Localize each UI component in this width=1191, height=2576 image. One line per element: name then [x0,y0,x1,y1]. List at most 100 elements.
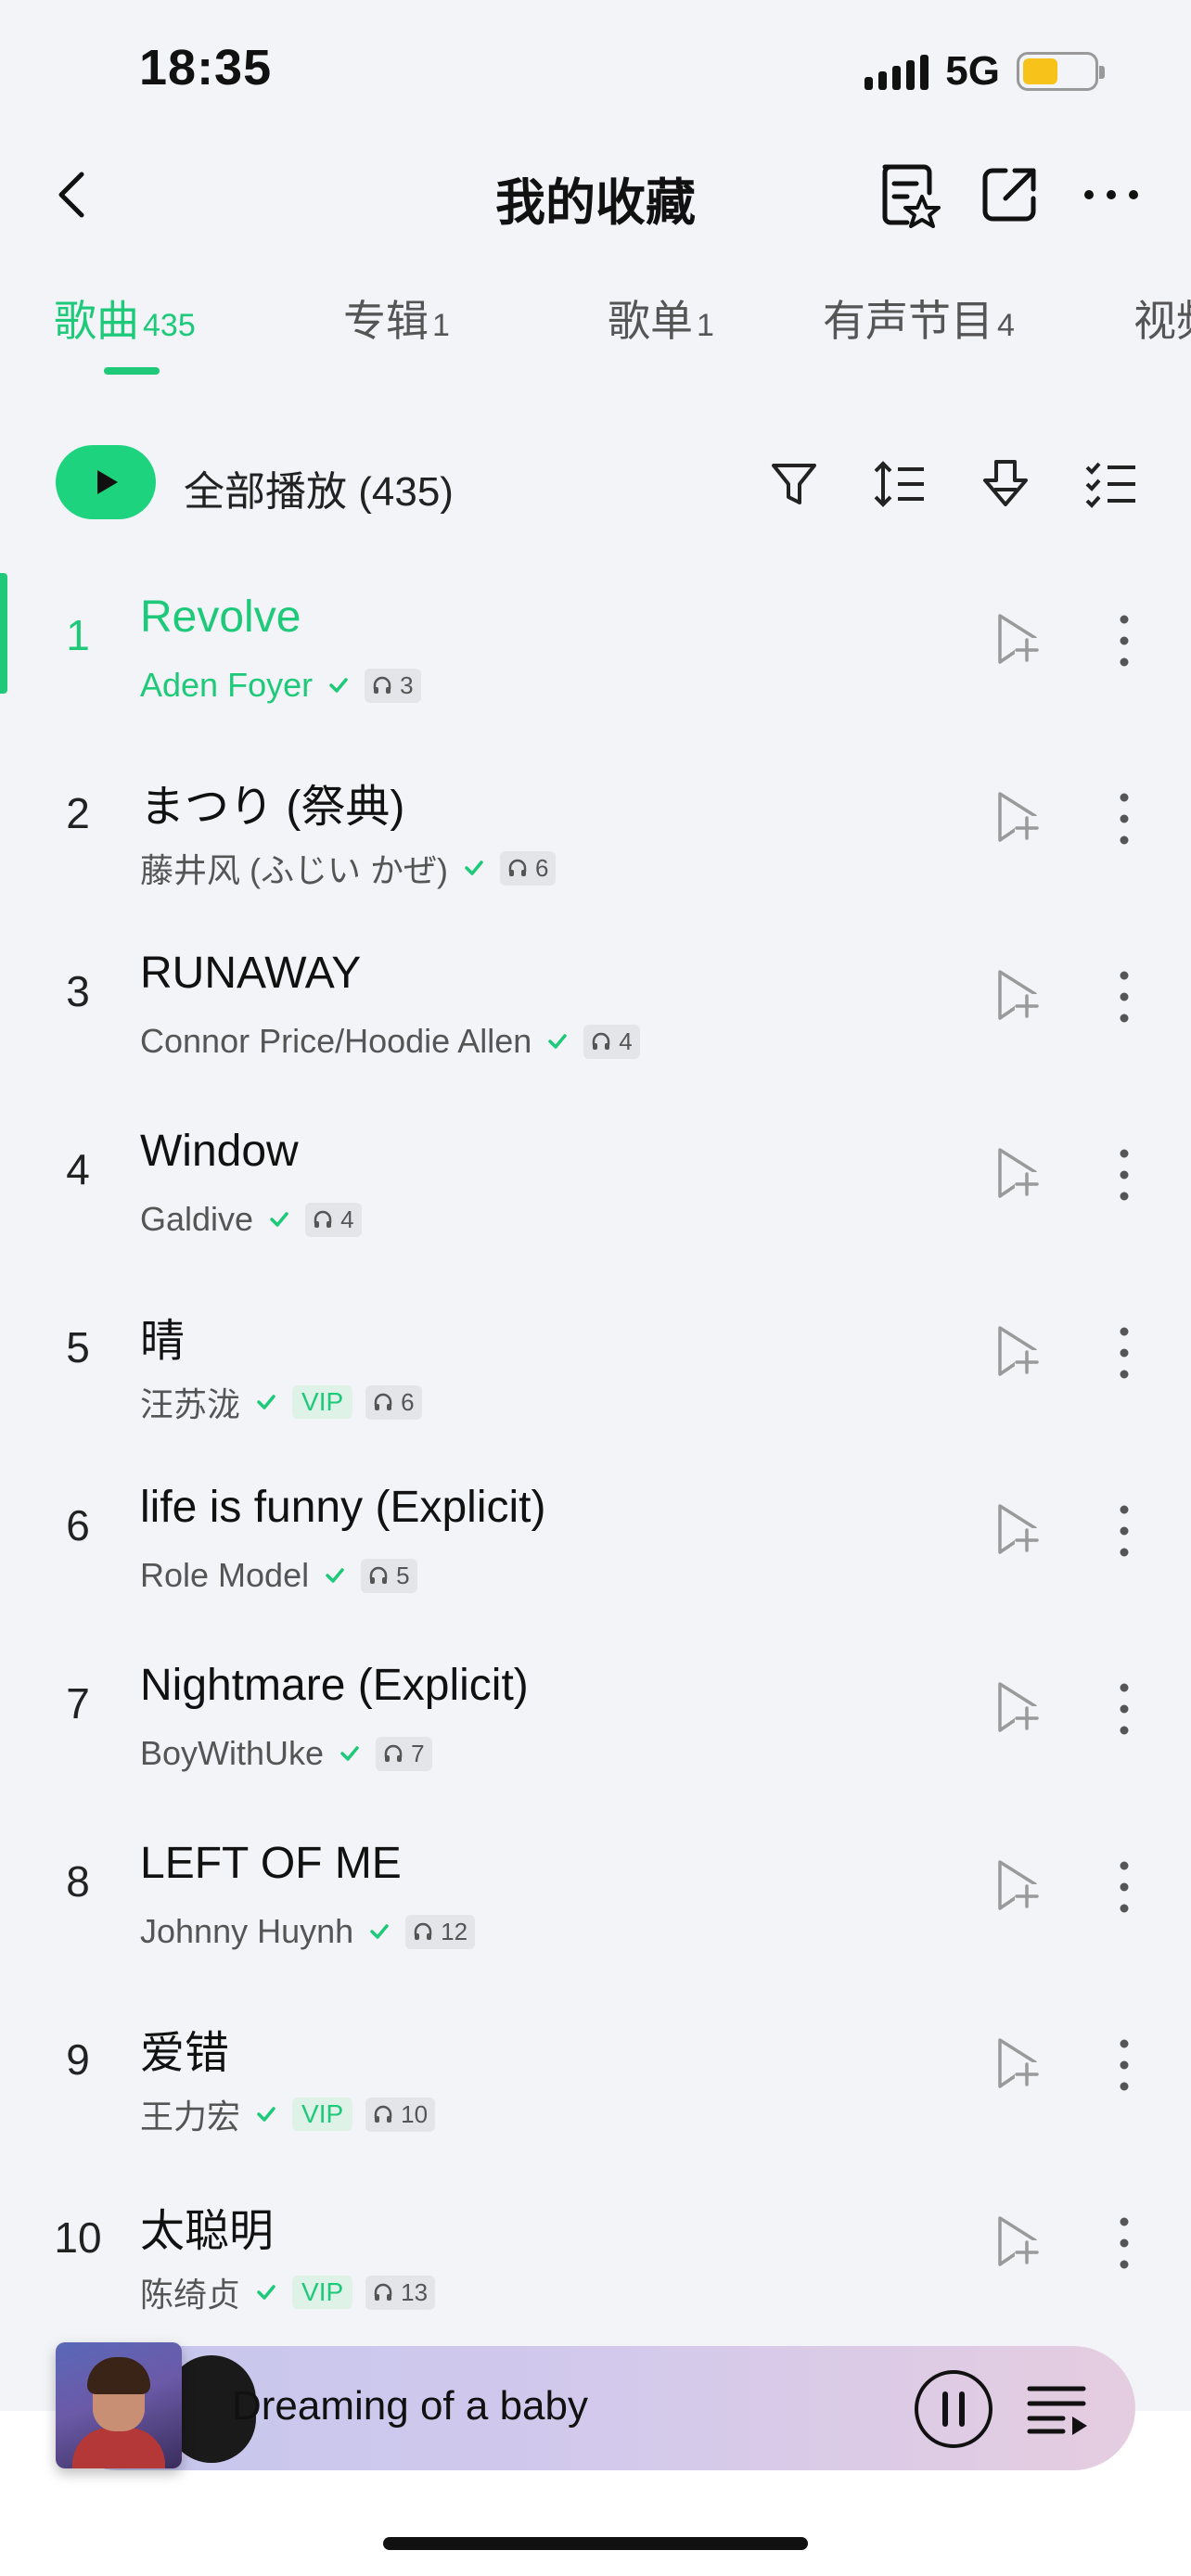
song-index: 5 [66,1323,90,1371]
play-count: 7 [411,1739,425,1767]
nav-bar: 我的收藏 [0,148,1191,241]
song-title: Window [140,1127,299,1176]
song-artist: 汪苏泷 [140,1385,241,1423]
verified-check-icon [257,2107,275,2122]
headphones-icon [508,859,527,876]
pause-icon[interactable] [913,2368,994,2450]
verified-check-icon [270,1212,288,1227]
song-artist: 王力宏 [140,2098,241,2136]
song-row[interactable]: 10 太聪明 陈绮贞 VIP 13 [0,2157,1191,2335]
song-row[interactable]: 4 Window Galdive 4 [0,1089,1191,1267]
favorite-list-icon[interactable] [872,159,942,230]
song-row[interactable]: 1 Revolve Aden Foyer 3 [0,555,1191,733]
song-row[interactable]: 7 Nightmare (Explicit) BoyWithUke 7 [0,1623,1191,1801]
add-to-playlist-icon[interactable] [991,1856,1043,1916]
song-more-icon[interactable] [1108,964,1141,1029]
add-to-playlist-icon[interactable] [991,966,1043,1026]
song-meta: 王力宏 VIP 10 [140,2090,436,2138]
song-meta: BoyWithUke 7 [140,1734,432,1773]
add-to-playlist-icon[interactable] [991,1322,1043,1382]
song-row[interactable]: 9 爱错 王力宏 VIP 10 [0,1979,1191,2157]
play-count-badge: 6 [365,1384,422,1420]
vip-badge: VIP [292,2098,353,2131]
verified-check-icon [340,1746,359,1761]
status-bar: 18:35 5G [0,0,1191,139]
play-all-button[interactable] [56,445,156,519]
play-count-badge: 6 [499,850,557,886]
song-more-icon[interactable] [1108,2033,1141,2098]
tab-songs[interactable]: 歌曲 435 [54,287,196,349]
song-row[interactable]: 8 LEFT OF ME Johnny Huynh 12 [0,1801,1191,1979]
play-count: 5 [396,1561,410,1589]
song-artist: Johnny Huynh [140,1912,354,1950]
headphones-icon [369,1566,388,1584]
tab-videos[interactable]: 视频 [1133,287,1191,349]
home-indicator[interactable] [383,2537,808,2550]
active-tab-indicator [104,367,160,375]
play-count-badge: 12 [405,1914,476,1949]
song-title: 晴 [140,1317,186,1366]
song-title: まつり (祭典) [140,783,405,832]
song-index: 10 [54,2213,102,2262]
song-title: Revolve [140,593,301,642]
verified-check-icon [370,1924,389,1939]
song-row[interactable]: 6 life is funny (Explicit) Role Model 5 [0,1445,1191,1623]
add-to-playlist-icon[interactable] [991,1678,1043,1738]
headphones-icon [384,1744,403,1762]
add-to-playlist-icon[interactable] [991,1144,1043,1204]
mini-player[interactable]: Dreaming of a baby [56,2342,1135,2470]
vip-badge: VIP [292,1385,353,1419]
song-row[interactable]: 2 まつり (祭典) 藤井风 (ふじい かぜ) 6 [0,733,1191,911]
song-title: 爱错 [140,2029,230,2078]
song-row[interactable]: 5 晴 汪苏泷 VIP 6 [0,1267,1191,1445]
add-to-playlist-icon[interactable] [991,788,1043,848]
song-index: 2 [66,789,90,837]
song-row[interactable]: 3 RUNAWAY Connor Price/Hoodie Allen 4 [0,911,1191,1089]
more-options-icon[interactable] [1076,159,1146,230]
network-label: 5G [945,48,1000,94]
play-all-row: 全部播放 (435) [0,445,1191,523]
song-more-icon[interactable] [1108,1677,1141,1741]
song-more-icon[interactable] [1108,608,1141,673]
multi-select-icon[interactable] [1083,456,1139,512]
add-to-playlist-icon[interactable] [991,610,1043,670]
play-queue-icon[interactable] [1026,2379,1091,2439]
download-icon[interactable] [978,456,1033,512]
headphones-icon [314,1210,332,1228]
song-more-icon[interactable] [1108,1142,1141,1207]
tab-playlists[interactable]: 歌单 1 [608,287,714,349]
song-title: Nightmare (Explicit) [140,1661,529,1710]
song-more-icon[interactable] [1108,786,1141,851]
status-time: 18:35 [139,40,273,96]
song-title: RUNAWAY [140,949,362,998]
play-count-badge: 4 [305,1202,362,1237]
play-all-label[interactable]: 全部播放 (435) [184,458,454,517]
song-more-icon[interactable] [1108,1855,1141,1919]
song-more-icon[interactable] [1108,1498,1141,1563]
add-to-playlist-icon[interactable] [991,2034,1043,2094]
headphones-icon [414,1922,432,1940]
battery-icon [1017,52,1105,91]
status-indicators: 5G [864,48,1105,95]
song-index: 4 [66,1145,90,1193]
album-cover[interactable] [56,2342,182,2468]
share-icon[interactable] [974,159,1044,230]
song-title: life is funny (Explicit) [140,1483,546,1532]
tab-audio-programs[interactable]: 有声节目 4 [823,287,1015,349]
song-more-icon[interactable] [1108,1320,1141,1385]
headphones-icon [593,1032,610,1050]
tab-albums[interactable]: 专辑 1 [343,287,450,349]
song-artist: Connor Price/Hoodie Allen [140,1022,532,1060]
song-artist: 藤井风 (ふじい かぜ) [140,851,448,889]
headphones-icon [373,676,391,694]
play-count: 4 [619,1027,633,1055]
play-count: 13 [401,2277,429,2306]
add-to-playlist-icon[interactable] [991,1500,1043,1560]
filter-icon[interactable] [766,456,822,512]
now-playing-title: Dreaming of a baby [232,2383,588,2429]
song-more-icon[interactable] [1108,2211,1141,2276]
song-meta: Aden Foyer 3 [140,666,421,705]
verified-check-icon [257,2285,275,2300]
sort-icon[interactable] [872,456,928,512]
add-to-playlist-icon[interactable] [991,2213,1043,2272]
